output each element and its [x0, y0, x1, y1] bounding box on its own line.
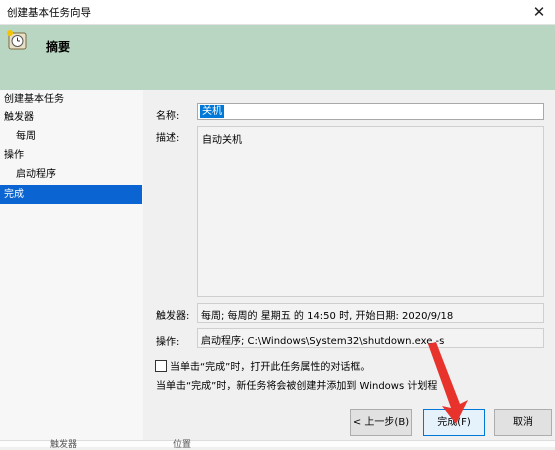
step-action[interactable]: 操作: [0, 146, 142, 165]
description-label: 描述:: [156, 133, 180, 144]
cancel-button[interactable]: 取消: [494, 409, 552, 436]
step-finish[interactable]: 完成: [0, 185, 142, 204]
background-text-location: 位置: [173, 440, 192, 450]
close-icon[interactable]: ✕: [529, 2, 549, 22]
description-field[interactable]: 自动关机: [197, 126, 544, 297]
header-banner: 摘要: [0, 25, 555, 90]
finish-button[interactable]: 完成(F): [423, 409, 485, 436]
trigger-label: 触发器:: [156, 311, 190, 322]
name-field[interactable]: 关机: [197, 103, 544, 120]
trigger-field: 每周; 每周的 星期五 的 14:50 时, 开始日期: 2020/9/18: [197, 303, 544, 323]
action-label: 操作:: [156, 337, 180, 348]
page-heading: 摘要: [46, 40, 71, 54]
name-label: 名称:: [156, 111, 180, 122]
step-weekly[interactable]: 每周: [0, 127, 142, 146]
window-title: 创建基本任务向导: [7, 7, 91, 19]
task-clock-icon: [7, 30, 27, 50]
back-button[interactable]: < 上一步(B): [350, 409, 412, 436]
wizard-steps: 创建基本任务 触发器 每周 操作 启动程序 完成: [0, 90, 143, 446]
trigger-value: 每周; 每周的 星期五 的 14:50 时, 开始日期: 2020/9/18: [201, 311, 454, 322]
finish-note: 当单击“完成”时，新任务将会被创建并添加到 Windows 计划程: [156, 381, 438, 392]
description-value: 自动关机: [202, 135, 242, 146]
open-properties-checkbox[interactable]: [155, 360, 167, 372]
step-start-program[interactable]: 启动程序: [0, 165, 142, 184]
action-field: 启动程序; C:\Windows\System32\shutdown.exe -…: [197, 328, 544, 348]
open-properties-label[interactable]: 当单击“完成”时，打开此任务属性的对话框。: [170, 358, 370, 373]
name-value: 关机: [200, 105, 224, 118]
title-bar: 创建基本任务向导 ✕: [0, 0, 555, 25]
action-value: 启动程序; C:\Windows\System32\shutdown.exe -…: [201, 336, 445, 347]
step-create-basic-task[interactable]: 创建基本任务: [0, 90, 142, 109]
step-trigger[interactable]: 触发器: [0, 108, 142, 127]
background-text-trigger: 触发器: [50, 440, 78, 450]
